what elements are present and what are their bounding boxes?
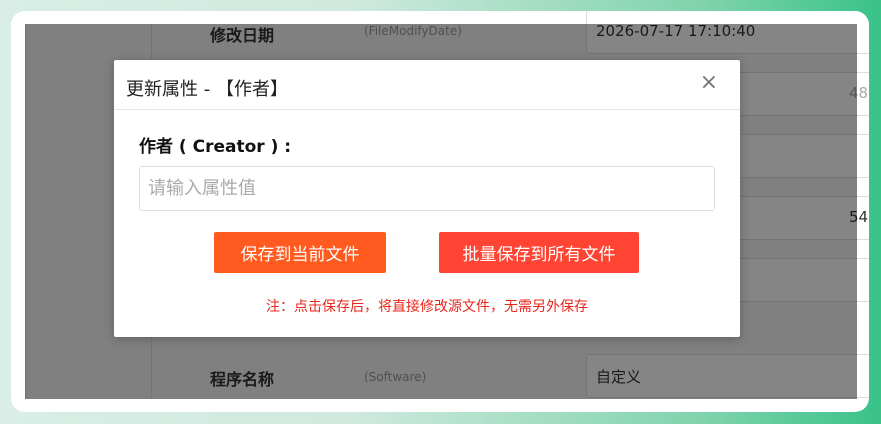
save-to-current-file-button[interactable]: 保存到当前文件 — [214, 232, 386, 273]
batch-save-all-files-button[interactable]: 批量保存到所有文件 — [439, 232, 639, 273]
property-value-input[interactable] — [139, 166, 715, 211]
dialog-title: 更新属性 - 【作者】 — [126, 79, 288, 100]
save-note: 注：点击保存后，将直接修改源文件，无需另外保存 — [266, 299, 588, 315]
close-icon[interactable]: × — [700, 72, 718, 94]
update-property-dialog: 更新属性 - 【作者】 × 作者 ( Creator ) : 保存到当前文件 批… — [114, 60, 740, 337]
dialog-header: 更新属性 - 【作者】 × — [114, 60, 740, 110]
field-label: 作者 ( Creator ) : — [139, 137, 292, 157]
